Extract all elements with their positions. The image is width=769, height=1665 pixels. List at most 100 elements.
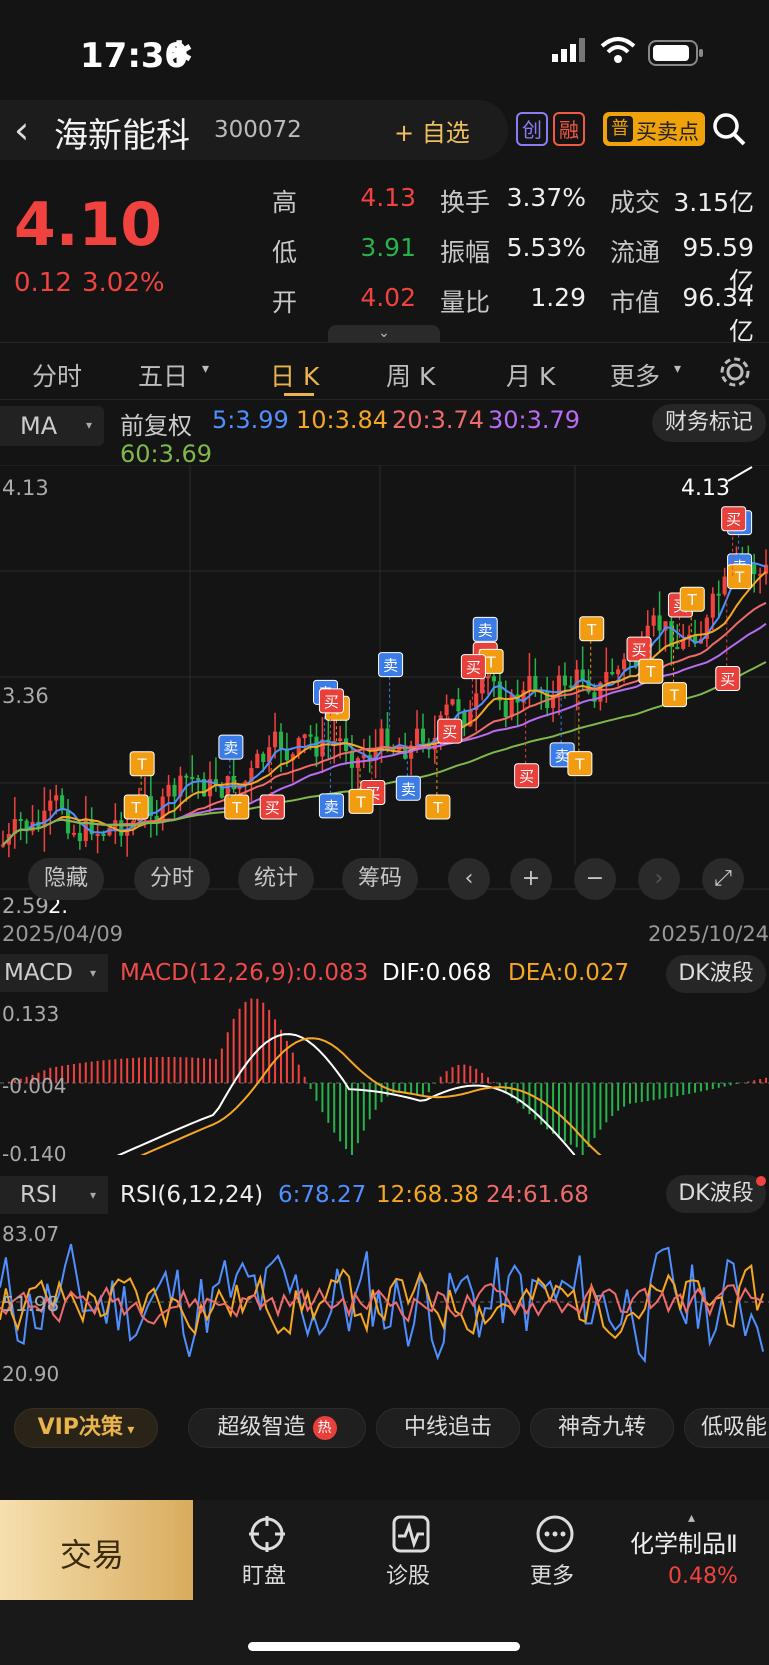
buy-marker-text: 买 [442,723,457,741]
zoom-in-icon[interactable]: + [510,858,552,900]
quote-value-mktcap: 96.34亿 [682,283,754,346]
battery-icon [648,40,704,70]
watch-label: 盯盘 [242,1564,287,1589]
candle-body [651,615,656,626]
vip-label: VIP决策 [37,1415,123,1440]
rsi-select[interactable]: RSI ▾ [0,1176,108,1214]
pu-icon: 普 [607,116,633,142]
candle-body [196,778,201,781]
t-marker-text: T [669,687,680,705]
strategy-super-label: 超级智造 [217,1415,306,1440]
buy-marker-text: 买 [324,693,339,711]
expand-quote-button[interactable]: ⌄ [328,325,440,343]
buy-marker-text: 买 [265,799,280,817]
tab-daily-k[interactable]: 日 K [270,357,319,393]
rsi-chart [0,1243,769,1364]
zoom-out-icon[interactable]: − [574,858,616,900]
more-button[interactable]: 更多 [520,1514,590,1594]
sector-name[interactable]: 化学制品Ⅱ [630,1524,738,1559]
quote-value-open: 4.02 [360,283,416,312]
home-indicator [248,1642,520,1651]
hide-button[interactable]: 隐藏 [28,858,104,900]
high-price-label: 4.13 [681,476,730,501]
more-label: 更多 [530,1564,575,1589]
sell-marker-text: 卖 [223,739,238,757]
candle-body [77,832,82,842]
macd-select[interactable]: MACD ▾ [0,954,108,992]
candle-body [462,711,467,727]
tab-more[interactable]: 更多 [610,357,660,393]
add-watchlist-button[interactable]: + 自选 [394,113,470,148]
macd-axis-mid: -0.004 [2,1074,67,1098]
fullscreen-icon[interactable]: ⤢ [702,858,744,900]
stats-button[interactable]: 统计 [238,858,314,900]
ma-type-select[interactable]: MA ▾ [0,406,104,446]
quote-label-amplitude: 振幅 [440,238,491,267]
buy-marker-text: 买 [466,659,481,677]
scroll-left-icon[interactable]: ‹ [448,858,490,900]
candle-body [172,784,177,797]
vip-decision-button[interactable]: VIP决策 ▾ [14,1408,158,1448]
ma60-value: 60:3.69 [120,440,213,468]
scroll-right-icon[interactable]: › [638,858,680,900]
candle-body [622,659,627,670]
rsi-label: RSI [20,1182,58,1208]
candle-body [722,576,727,595]
quote-label-high: 高 [272,188,298,217]
tab-fenshi[interactable]: 分时 [32,357,82,393]
candle-body [278,731,284,749]
rsi-axis-top: 83.07 [2,1222,60,1246]
candle-body [616,669,621,675]
diagnose-button[interactable]: 诊股 [376,1514,446,1594]
tab-five-day[interactable]: 五日 [138,357,188,393]
candle-body [385,728,390,749]
rsi-6: 6:78.27 [278,1182,367,1208]
rsi-dk-button[interactable]: DK波段 [666,1175,766,1213]
candle-body [562,675,567,686]
sell-marker-text: 卖 [383,657,398,675]
ma20-value: 20:3.74 [392,406,485,434]
trade-button[interactable]: 交易 [0,1500,193,1600]
kline-chart[interactable]: T买卖TTT买卖买T买卖卖T买TTT卖买T卖买卖T买T买卖T卖买买T [0,465,769,925]
bottom-bar: 交易 盯盘 诊股 更多 ▴ 化学制品Ⅱ 0.48% [0,1500,769,1665]
badge-chuang: 创 [516,112,548,146]
fenshi-button[interactable]: 分时 [134,858,210,900]
strategy-dip[interactable]: 低吸能 [684,1408,769,1448]
buy-sell-point-button[interactable]: 普 买卖点 [603,112,705,146]
tab-weekly-k[interactable]: 周 K [386,357,435,393]
candle-body [657,615,662,631]
candle-body [456,699,461,712]
t-marker-text: T [645,663,656,681]
candle-body [450,699,455,705]
candle-body [710,593,715,618]
strategy-super[interactable]: 超级智造 热 [188,1408,366,1448]
rsi-param: RSI(6,12,24) [120,1182,264,1208]
end-date: 2025/10/24 [648,922,769,946]
rsi-12: 12:68.38 [376,1182,479,1208]
price-change-pct: 3.02% [82,268,165,298]
macd-dk-button[interactable]: DK波段 [666,955,766,993]
t-marker-text: T [231,799,242,817]
candle-body [491,676,497,682]
adjust-label[interactable]: 前复权 [120,406,192,441]
quote-label-open: 开 [272,288,298,317]
chips-button[interactable]: 筹码 [342,858,418,900]
strategy-midline[interactable]: 中线追击 [376,1408,520,1448]
search-icon[interactable] [712,112,746,150]
back-icon[interactable]: ‹ [14,108,29,152]
ma30-value: 30:3.79 [488,406,581,434]
watch-button[interactable]: 盯盘 [232,1514,302,1594]
gear-icon[interactable] [718,355,752,393]
candle-body [485,676,491,679]
candle-body [610,671,615,675]
candle-body [190,776,195,779]
stock-name: 海新能科 [54,116,190,156]
strategy-nine[interactable]: 神奇九转 [530,1408,674,1448]
kaxis-mid: 3.36 [2,684,49,708]
candle-body [308,734,313,737]
finance-marker-button[interactable]: 财务标记 [652,404,766,442]
kaxis-top: 4.13 [2,476,49,500]
tab-monthly-k[interactable]: 月 K [506,357,555,393]
quote-label-volratio: 量比 [440,288,491,317]
quote-label-turnover: 换手 [440,188,491,217]
